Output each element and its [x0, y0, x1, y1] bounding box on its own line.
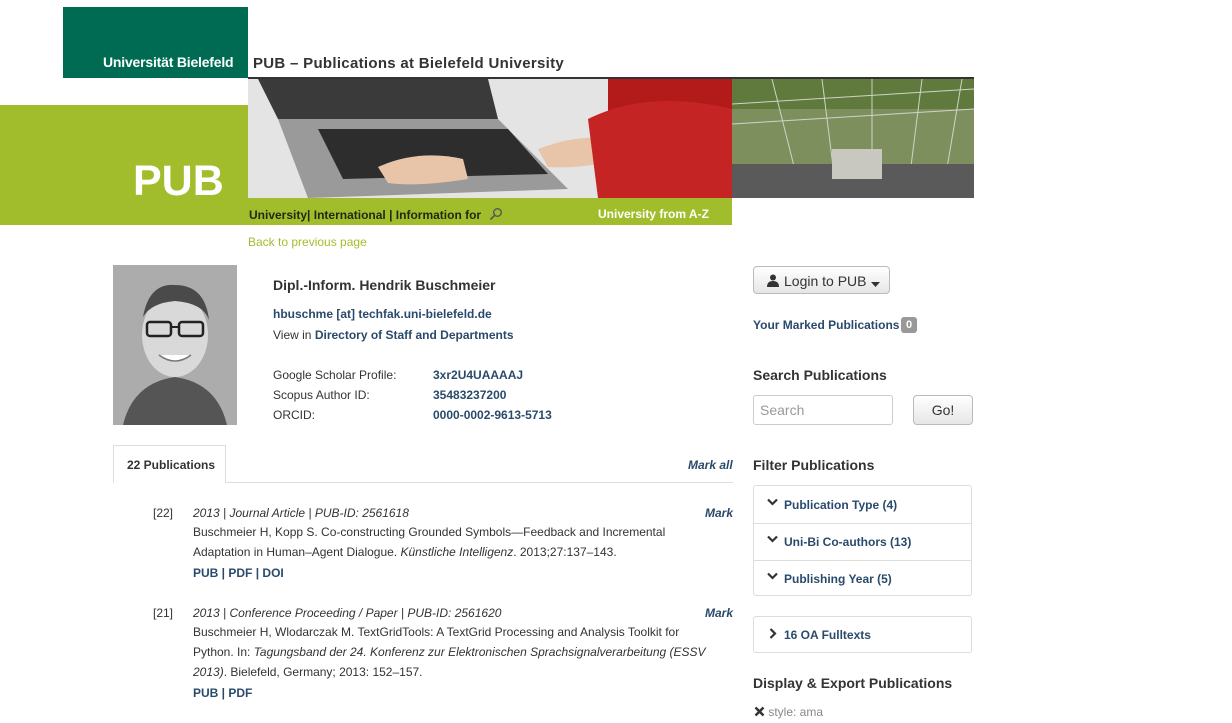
nav-university[interactable]: University — [249, 208, 307, 222]
chevron-down-icon — [767, 571, 778, 583]
google-scholar-label: Google Scholar Profile: — [273, 368, 397, 382]
back-link[interactable]: Back to previous page — [248, 235, 367, 249]
chevron-down-icon — [767, 534, 778, 546]
pub-link-pub[interactable]: PUB — [193, 566, 218, 580]
marked-publications-link[interactable]: Your Marked Publications — [753, 318, 899, 332]
user-icon — [767, 274, 779, 290]
pub-link-pdf[interactable]: PDF — [228, 566, 252, 580]
site-title: PUB – Publications at Bielefeld Universi… — [253, 55, 565, 72]
view-in-line: View in Directory of Staff and Departmen… — [273, 328, 514, 342]
pub-number: [22] — [153, 506, 174, 520]
pub-meta: 2013 | Journal Article | PUB-ID: 2561618 — [193, 506, 409, 520]
chevron-down-icon — [767, 497, 778, 509]
view-in-prefix: View in — [273, 328, 315, 342]
filter-list: Publication Type (4) Uni-Bi Co-authors (… — [753, 485, 972, 596]
login-button[interactable]: Login to PUB — [753, 266, 890, 294]
pub-link-pdf[interactable]: PDF — [228, 686, 252, 700]
tab-publications[interactable]: 22 Publications — [113, 445, 226, 483]
search-input[interactable] — [753, 395, 893, 425]
oa-fulltexts-label: 16 OA Fulltexts — [784, 628, 871, 642]
orcid-label: ORCID: — [273, 408, 315, 422]
filter-co-authors[interactable]: Uni-Bi Co-authors (13) — [754, 523, 971, 561]
pub-journal: Künstliche Intelligenz — [400, 545, 514, 559]
oa-fulltexts-filter[interactable]: 16 OA Fulltexts — [753, 616, 972, 653]
mark-all-link[interactable]: Mark all — [688, 458, 733, 472]
filter-label: Publication Type (4) — [784, 498, 898, 512]
directory-link[interactable]: Directory of Staff and Departments — [315, 328, 514, 342]
mark-link[interactable]: Mark — [705, 506, 733, 520]
orcid-link[interactable]: 0000-0002-9613-5713 — [433, 408, 552, 422]
pub-citation-end: . 2013;27:137–143. — [513, 545, 617, 559]
scopus-label: Scopus Author ID: — [273, 388, 370, 402]
pub-citation: Buschmeier H, Kopp S. Co-constructing Gr… — [193, 522, 723, 562]
search-icon[interactable] — [489, 207, 503, 224]
pub-link-pub[interactable]: PUB — [193, 686, 218, 700]
filter-label: Publishing Year (5) — [784, 572, 892, 586]
pub-links: PUB | PDF | DOI — [193, 566, 284, 580]
person-name: Dipl.-Inform. Hendrik Buschmeier — [273, 277, 496, 293]
filter-publication-type[interactable]: Publication Type (4) — [754, 486, 971, 524]
chevron-right-icon — [769, 628, 777, 642]
login-label: Login to PUB — [784, 273, 867, 289]
pub-meta: 2013 | Conference Proceeding / Paper | P… — [193, 606, 502, 620]
email-link[interactable]: hbuschme [at] techfak.uni-bielefeld.de — [273, 307, 492, 321]
main-nav: University| International | Information … — [249, 207, 503, 224]
nav-international[interactable]: International — [314, 208, 386, 222]
profile-photo — [113, 265, 237, 425]
search-heading: Search Publications — [753, 367, 887, 383]
mark-link[interactable]: Mark — [705, 606, 733, 620]
hero-image-laptop — [248, 79, 732, 198]
nav-information-for[interactable]: Information for — [396, 208, 481, 222]
display-export-heading: Display & Export Publications — [753, 675, 953, 691]
style-label: style: ama — [768, 705, 824, 719]
university-logo[interactable]: Universität Bielefeld — [63, 7, 248, 78]
pub-link-doi[interactable]: DOI — [262, 566, 283, 580]
pub-citation-end: . Bielefeld, Germany; 2013: 152–157. — [223, 665, 423, 679]
close-icon[interactable] — [754, 705, 765, 719]
search-go-button[interactable]: Go! — [913, 395, 973, 425]
filter-publishing-year[interactable]: Publishing Year (5) — [754, 560, 971, 597]
nav-university-a-z[interactable]: University from A-Z — [598, 207, 709, 221]
marked-count-badge: 0 — [901, 317, 917, 333]
style-option[interactable]: style: ama — [754, 705, 823, 719]
scopus-link[interactable]: 35483237200 — [433, 388, 506, 402]
pub-links: PUB | PDF — [193, 686, 253, 700]
tab-publications-label: 22 Publications — [127, 458, 216, 472]
caret-down-icon — [871, 275, 880, 291]
university-logo-text: Universität Bielefeld — [103, 54, 234, 70]
pub-citation: Buschmeier H, Wlodarczak M. TextGridTool… — [193, 622, 723, 682]
hero-image-campus — [731, 78, 975, 199]
google-scholar-link[interactable]: 3xr2U4UAAAAJ — [433, 368, 523, 382]
filter-label: Uni-Bi Co-authors (13) — [784, 535, 912, 549]
pub-number: [21] — [153, 606, 174, 620]
filter-heading: Filter Publications — [753, 457, 875, 473]
pub-logo[interactable]: PUB — [133, 157, 224, 206]
